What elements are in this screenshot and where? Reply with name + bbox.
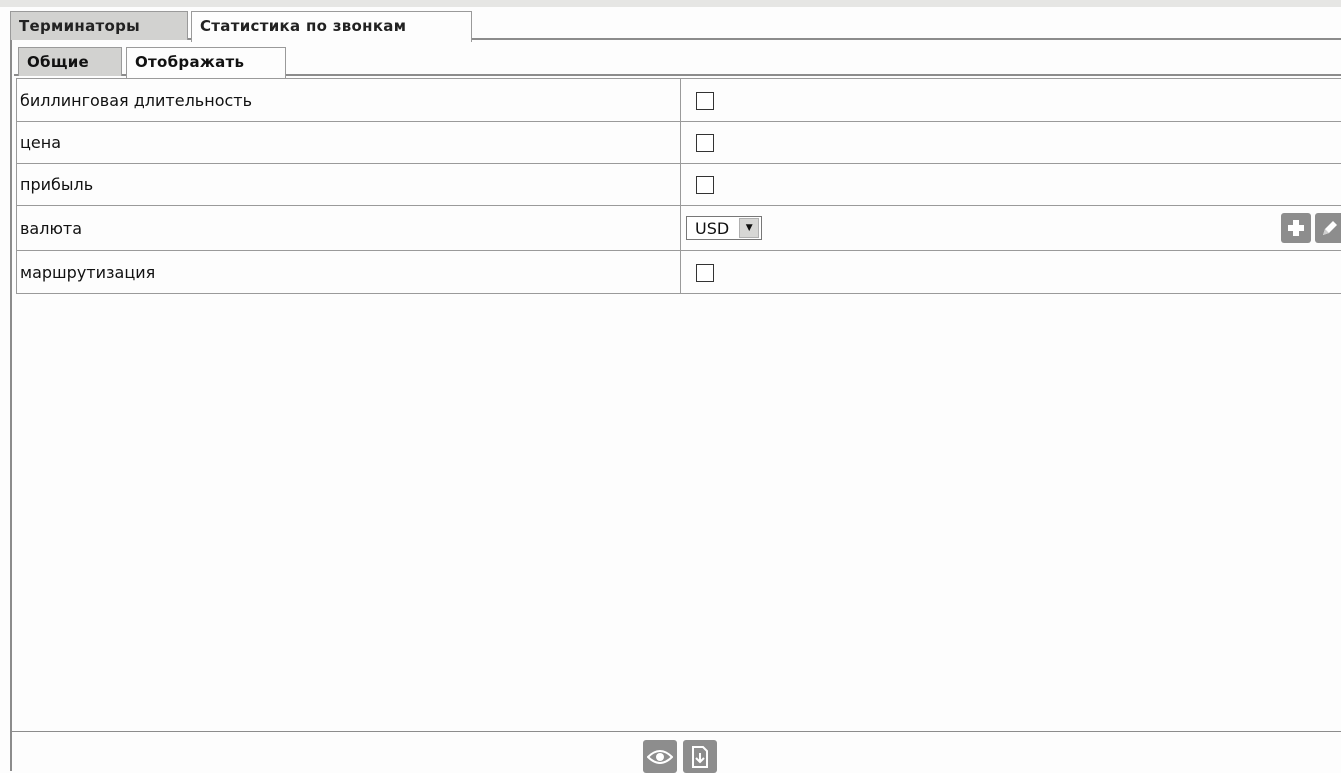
tab-display[interactable]: Отображать [126, 47, 286, 78]
edit-icon[interactable] [1315, 213, 1341, 243]
routing-checkbox[interactable] [696, 264, 714, 282]
top-strip [0, 0, 1341, 7]
main-tabs: Терминаторы Статистика по звонкам [10, 7, 1341, 40]
currency-select-value: USD [695, 219, 729, 238]
bottom-actions [643, 740, 717, 773]
plus-icon[interactable] [1281, 213, 1311, 243]
table-row: биллинговая длительность [17, 79, 1341, 122]
row-label-billing-duration: биллинговая длительность [17, 79, 681, 122]
row-value-billing-duration [681, 79, 1341, 122]
tab-general[interactable]: Общие [18, 47, 122, 76]
chevron-down-icon[interactable]: ▼ [739, 218, 759, 238]
row-label-profit: прибыль [17, 164, 681, 206]
profit-checkbox[interactable] [696, 176, 714, 194]
row-label-routing: маршрутизация [17, 251, 681, 294]
row-label-price: цена [17, 122, 681, 164]
row-value-profit [681, 164, 1341, 206]
tab-terminators[interactable]: Терминаторы [10, 11, 188, 40]
row-label-currency: валюта [17, 206, 681, 251]
currency-actions [1281, 206, 1341, 250]
table-row: прибыль [17, 164, 1341, 206]
sub-tabs: Общие Отображать [14, 46, 1341, 76]
tab-call-statistics[interactable]: Статистика по звонкам [191, 11, 472, 42]
table-row: валюта USD ▼ [17, 206, 1341, 251]
bottom-toolbar [12, 731, 1341, 772]
download-icon[interactable] [683, 740, 717, 773]
table-row: маршрутизация [17, 251, 1341, 294]
eye-icon[interactable] [643, 740, 677, 773]
row-value-currency: USD ▼ [681, 206, 1341, 251]
display-settings-table: биллинговая длительность цена прибыль ва… [16, 78, 1341, 294]
table-row: цена [17, 122, 1341, 164]
row-value-routing [681, 251, 1341, 294]
row-value-price [681, 122, 1341, 164]
currency-select[interactable]: USD ▼ [686, 216, 762, 240]
price-checkbox[interactable] [696, 134, 714, 152]
billing-duration-checkbox[interactable] [696, 92, 714, 110]
